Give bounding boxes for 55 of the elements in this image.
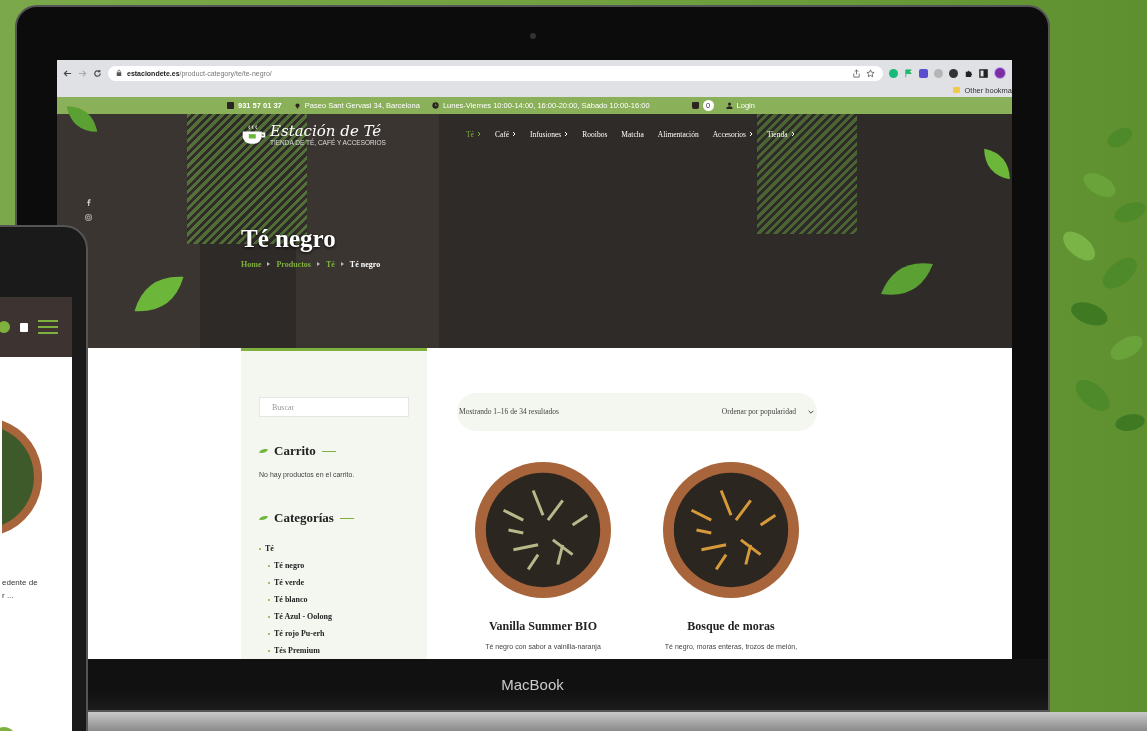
separator-icon [267,262,271,267]
facebook-icon[interactable] [85,198,92,206]
category-link[interactable]: Té [265,544,274,553]
category-link[interactable]: Té Azul - Oolong [274,612,332,621]
chevron-down-icon[interactable] [808,409,814,414]
shopping-bag-icon[interactable] [20,322,28,332]
breadcrumb-link[interactable]: Té negro [349,259,381,269]
separator-icon [316,262,320,267]
share-icon[interactable] [852,68,861,78]
breadcrumb-link[interactable]: Home [241,259,262,269]
page-title: Té negro [241,225,337,251]
widget-heading: Carrito [274,443,316,459]
widget-heading: Categorías [274,510,334,526]
category-link[interactable]: Té blanco [274,595,308,604]
side-panel-icon[interactable] [979,68,988,78]
back-icon[interactable] [63,68,72,78]
separator-icon [340,262,344,267]
laptop-brand: MacBook [501,676,564,693]
category-link[interactable]: Tés Premium [274,646,320,655]
product-description: edente de [1,577,39,589]
menu-icon[interactable] [38,320,58,334]
category-link[interactable]: Té verde [274,578,304,587]
teacup-icon [241,123,267,146]
folder-icon [953,87,961,93]
product-name[interactable]: Vanilla Summer BIO [489,618,597,634]
breadcrumb-link[interactable]: Té [325,259,335,269]
reload-icon[interactable] [93,68,102,78]
tea-bowl-drawing[interactable] [474,460,612,599]
phone-icon [227,102,234,109]
leaf-icon [259,515,268,521]
puzzle-icon[interactable] [964,68,973,78]
breadcrumb-link[interactable]: Productos [276,259,311,269]
lock-icon [116,69,122,77]
chevron-right-icon [476,131,481,138]
circle-icon[interactable] [0,321,10,333]
clock-icon [431,102,439,109]
category-link[interactable]: Té rojo Pu-erh [274,629,325,638]
chevron-right-icon [748,131,753,138]
chevron-right-icon [564,131,569,138]
chevron-right-icon [790,131,795,138]
tea-bowl-drawing[interactable] [662,460,800,599]
map-pin-icon [293,102,301,109]
profile-avatar[interactable] [994,67,1006,79]
leaf-icon [259,448,268,454]
category-link[interactable]: Té negro [274,561,305,570]
instagram-icon[interactable] [85,213,92,221]
product-description: r ... [1,589,15,602]
star-icon[interactable] [866,68,875,78]
search-field[interactable]: Buscar [259,397,409,417]
shopping-bag-icon[interactable] [691,102,699,109]
user-icon [725,102,733,109]
logo-text[interactable]: Estación de Té [270,123,386,139]
camera-icon [530,33,536,39]
product-name[interactable]: Bosque de moras [687,618,775,634]
chevron-right-icon [512,131,517,138]
